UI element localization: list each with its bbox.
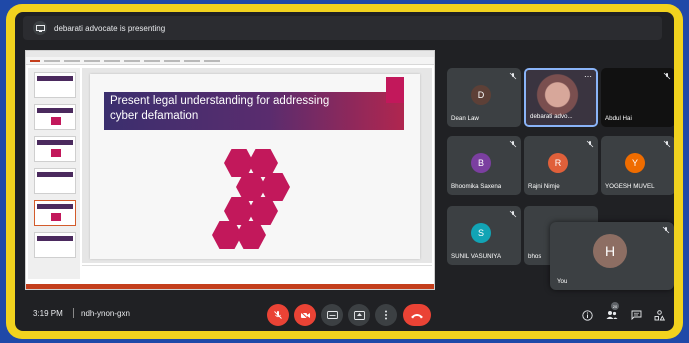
participant-tile-active-speaker[interactable]: ⋯ debarati advo... [524,68,598,127]
slide-thumbnail [34,104,76,130]
camera-off-icon [300,311,310,320]
slide-notes-area [82,265,432,275]
captions-icon [326,311,338,319]
meeting-time: 3:19 PM [33,309,63,318]
present-now-button[interactable] [348,304,370,326]
slide-thumbnail [34,168,76,194]
participant-name: YOGESH MUVEL [605,183,655,190]
leave-call-button[interactable] [403,304,431,326]
participant-name: Dean Law [451,115,479,122]
more-options-icon[interactable]: ⋯ [584,73,592,81]
participant-name: Rajni Nimje [528,183,560,190]
meet-window: debarati advocate is presenting Present … [15,12,674,331]
people-button[interactable]: 20 [605,302,619,322]
participant-name: Bhoomika Saxena [451,183,502,190]
self-view-tile[interactable]: H You [550,222,674,290]
mic-off-icon [509,72,517,80]
avatar: D [471,85,491,105]
captions-button[interactable] [321,304,343,326]
powerpoint-status-bar [26,284,434,289]
participant-tile[interactable]: R Rajni Nimje [524,136,598,195]
people-icon [606,311,618,319]
slide-thumbnail-selected [34,200,76,226]
more-vert-icon [385,310,387,320]
meeting-details-button[interactable] [580,308,594,322]
mic-off-icon [662,226,670,234]
activities-button[interactable] [652,308,666,322]
info-icon [581,309,593,321]
slide-title: Present legal understanding for addressi… [110,95,330,122]
divider [73,308,74,318]
self-avatar: H [593,234,627,268]
mic-off-icon [663,72,671,80]
avatar: S [471,223,491,243]
participant-name: debarati advo... [530,113,573,120]
present-screen-icon [353,310,365,320]
hexagon-shape [248,149,278,177]
chat-icon [631,310,641,320]
self-name: You [557,278,568,285]
mic-off-icon [509,140,517,148]
presenter-label: debarati advocate is presenting [54,23,166,33]
mic-off-icon [509,210,517,218]
participant-tile[interactable]: D Dean Law [447,68,521,127]
slide-thumbnail [34,232,76,258]
mic-off-icon [663,140,671,148]
avatar: Y [625,153,645,173]
hexagon-diagram [210,149,320,249]
more-options-button[interactable] [375,304,397,326]
participant-name: Abdul Hai [605,115,632,122]
hexagon-shape [260,173,290,201]
meeting-code: ndh-ynon-gxn [81,309,130,318]
powerpoint-ribbon [26,57,434,65]
activities-icon [654,309,665,320]
slide-accent-block [386,77,404,103]
present-screen-icon [33,21,47,35]
participant-tile[interactable]: Y YOGESH MUVEL [601,136,674,195]
chat-button[interactable] [629,308,643,322]
participant-name: SUNIL VASUNIYA [451,253,502,260]
slide-thumbnails [28,68,80,279]
mic-toggle-button[interactable] [267,304,289,326]
mic-off-icon [274,311,282,319]
participant-tile[interactable]: B Bhoomika Saxena [447,136,521,195]
slide-thumbnail [34,136,76,162]
presenter-bar: debarati advocate is presenting [23,16,662,40]
avatar: R [548,153,568,173]
mic-off-icon [586,140,594,148]
participant-tile[interactable]: Abdul Hai [601,68,674,127]
slide-canvas: Present legal understanding for addressi… [82,68,432,263]
shared-screen[interactable]: Present legal understanding for addressi… [25,50,435,290]
current-slide: Present legal understanding for addressi… [90,74,420,259]
bottom-toolbar: 3:19 PM ndh-ynon-gxn 20 [15,297,674,331]
slide-thumbnail [34,72,76,98]
participant-name: bhos [528,253,542,260]
hexagon-shape [248,197,278,225]
avatar: B [471,153,491,173]
hexagon-shape [236,221,266,249]
people-count-badge: 20 [611,302,619,310]
hang-up-icon [411,313,423,318]
participant-tile[interactable]: S SUNIL VASUNIYA [447,206,521,265]
camera-toggle-button[interactable] [294,304,316,326]
